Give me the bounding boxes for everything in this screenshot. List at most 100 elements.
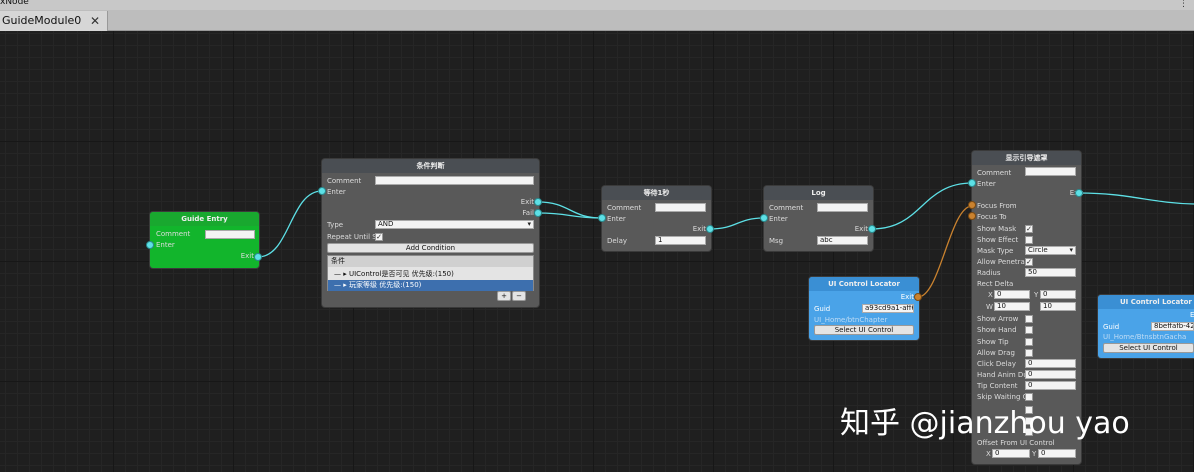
exit-port[interactable] bbox=[534, 198, 542, 206]
comment-field[interactable] bbox=[655, 203, 706, 212]
guid-field[interactable]: 8beffafb-4267 bbox=[1151, 322, 1194, 331]
radius-field[interactable]: 50 bbox=[1025, 268, 1076, 277]
add-condition-button[interactable]: Add Condition bbox=[327, 243, 534, 253]
node-ui-control-locator-2[interactable]: UI Control Locator E Guid 8beffafb-4267 … bbox=[1098, 295, 1194, 358]
locator-exit-port[interactable] bbox=[914, 293, 922, 301]
list-item[interactable]: — ▸ UIControl是否可见 优先级:(150) bbox=[328, 269, 533, 280]
comment-label: Comment bbox=[327, 177, 362, 185]
allow-penetrate-label: Allow Penetra bbox=[977, 258, 1025, 266]
hand-anim-field[interactable]: 0 bbox=[1025, 370, 1076, 379]
exit-label: Exit bbox=[520, 198, 534, 206]
msg-field[interactable]: abc bbox=[817, 236, 868, 245]
close-icon[interactable]: ✕ bbox=[90, 11, 100, 31]
comment-field[interactable] bbox=[375, 176, 534, 185]
enter-label: Enter bbox=[607, 215, 626, 223]
comment-field[interactable] bbox=[817, 203, 868, 212]
enter-label: Enter bbox=[156, 241, 175, 249]
node-ui-control-locator[interactable]: UI Control Locator Exit Guid a93cd9a1-af… bbox=[809, 277, 919, 340]
comment-label: Comment bbox=[156, 230, 191, 238]
offset-y-field[interactable]: 0 bbox=[1038, 449, 1076, 458]
enter-port[interactable] bbox=[146, 241, 154, 249]
condition-text: UIControl是否可见 优先级:(150) bbox=[348, 270, 454, 278]
guid-field[interactable]: a93cd9a1-aff6 bbox=[862, 304, 914, 313]
exit-port[interactable] bbox=[868, 225, 876, 233]
guid-label: Guid bbox=[1103, 323, 1120, 331]
comment-label: Comment bbox=[769, 204, 804, 212]
rect-y-field[interactable]: 0 bbox=[1040, 290, 1076, 299]
tip-content-label: Tip Content bbox=[977, 382, 1018, 390]
tab-label: GuideModule0 bbox=[2, 14, 82, 27]
rect-h-field[interactable]: 10 bbox=[1040, 302, 1076, 311]
rect-w-field[interactable]: 10 bbox=[994, 302, 1030, 311]
click-delay-label: Click Delay bbox=[977, 360, 1016, 368]
show-tip-checkbox[interactable] bbox=[1025, 338, 1033, 346]
show-arrow-label: Show Arrow bbox=[977, 315, 1019, 323]
focus-to-port[interactable] bbox=[968, 212, 976, 220]
show-hand-label: Show Hand bbox=[977, 326, 1017, 334]
w-label: W bbox=[986, 303, 993, 311]
mask-type-dropdown[interactable]: Circle bbox=[1025, 246, 1076, 255]
exit-port[interactable] bbox=[254, 253, 262, 261]
exit-port[interactable] bbox=[706, 225, 714, 233]
enter-label: Enter bbox=[769, 215, 788, 223]
x-label: X bbox=[988, 291, 993, 299]
focus-from-port[interactable] bbox=[968, 201, 976, 209]
show-arrow-checkbox[interactable] bbox=[1025, 315, 1033, 323]
drag-handle-icon[interactable]: — ▸ bbox=[334, 281, 349, 289]
node-wait[interactable]: 等待1秒 Comment Enter Exit Delay 1 bbox=[602, 186, 711, 251]
tip-content-field[interactable]: 0 bbox=[1025, 381, 1076, 390]
window-title-bar: xNode ⋮ bbox=[0, 0, 1194, 10]
enter-port[interactable] bbox=[598, 214, 606, 222]
window-title: xNode bbox=[0, 0, 29, 7]
enter-port[interactable] bbox=[968, 179, 976, 187]
delay-field[interactable]: 1 bbox=[655, 236, 706, 245]
enter-port[interactable] bbox=[760, 214, 768, 222]
list-item[interactable]: — ▸ 玩家等级 优先级:(150) bbox=[328, 280, 533, 291]
exit-label: Exit bbox=[900, 293, 914, 301]
exit-label: Exit bbox=[240, 252, 254, 260]
select-ui-control-button[interactable]: Select UI Control bbox=[814, 325, 914, 335]
condition-list: 条件 — ▸ UIControl是否可见 优先级:(150) — ▸ 玩家等级 … bbox=[327, 255, 534, 291]
comment-label: Comment bbox=[607, 204, 642, 212]
show-hand-checkbox[interactable] bbox=[1025, 326, 1033, 334]
type-dropdown[interactable]: AND bbox=[375, 220, 534, 229]
select-ui-control-button[interactable]: Select UI Control bbox=[1103, 343, 1194, 353]
node-condition[interactable]: 条件判断 Comment Enter Exit Fail Type AND Re… bbox=[322, 159, 539, 307]
show-effect-label: Show Effect bbox=[977, 236, 1019, 244]
allow-drag-checkbox[interactable] bbox=[1025, 349, 1033, 357]
node-log[interactable]: Log Comment Enter Exit Msg abc bbox=[764, 186, 873, 251]
drag-handle-icon[interactable]: — ▸ bbox=[334, 270, 349, 278]
show-effect-checkbox[interactable] bbox=[1025, 236, 1033, 244]
comment-field[interactable] bbox=[1025, 167, 1076, 176]
msg-label: Msg bbox=[769, 237, 784, 245]
offset-x-field[interactable]: 0 bbox=[992, 449, 1030, 458]
radius-label: Radius bbox=[977, 269, 1001, 277]
node-title: 条件判断 bbox=[322, 159, 539, 173]
exit-label: Exit bbox=[854, 225, 868, 233]
show-mask-label: Show Mask bbox=[977, 225, 1017, 233]
exit-label: Exit bbox=[692, 225, 706, 233]
comment-field[interactable] bbox=[205, 230, 255, 239]
fail-port[interactable] bbox=[534, 209, 542, 217]
hand-anim-label: Hand Anim Du bbox=[977, 371, 1028, 379]
kebab-menu-icon[interactable]: ⋮ bbox=[1179, 0, 1188, 9]
add-item-button[interactable]: + bbox=[497, 291, 511, 301]
repeat-label: Repeat Until S bbox=[327, 233, 377, 241]
rect-x-field[interactable]: 0 bbox=[994, 290, 1030, 299]
exit-port[interactable] bbox=[1075, 189, 1083, 197]
focus-from-label: Focus From bbox=[977, 202, 1017, 210]
fail-label: Fail bbox=[522, 209, 534, 217]
mask-type-label: Mask Type bbox=[977, 247, 1014, 255]
remove-item-button[interactable]: − bbox=[512, 291, 526, 301]
click-delay-field[interactable]: 0 bbox=[1025, 359, 1076, 368]
repeat-checkbox[interactable]: ✓ bbox=[375, 233, 383, 241]
allow-penetrate-checkbox[interactable]: ✓ bbox=[1025, 258, 1033, 266]
node-title: 等待1秒 bbox=[602, 186, 711, 200]
type-label: Type bbox=[327, 221, 344, 229]
show-mask-checkbox[interactable]: ✓ bbox=[1025, 225, 1033, 233]
delay-label: Delay bbox=[607, 237, 628, 245]
guid-label: Guid bbox=[814, 305, 831, 313]
enter-port[interactable] bbox=[318, 187, 326, 195]
node-guide-entry[interactable]: Guide Entry Comment Enter Exit bbox=[150, 212, 259, 268]
tab-guide-module[interactable]: GuideModule0 ✕ bbox=[0, 11, 108, 31]
